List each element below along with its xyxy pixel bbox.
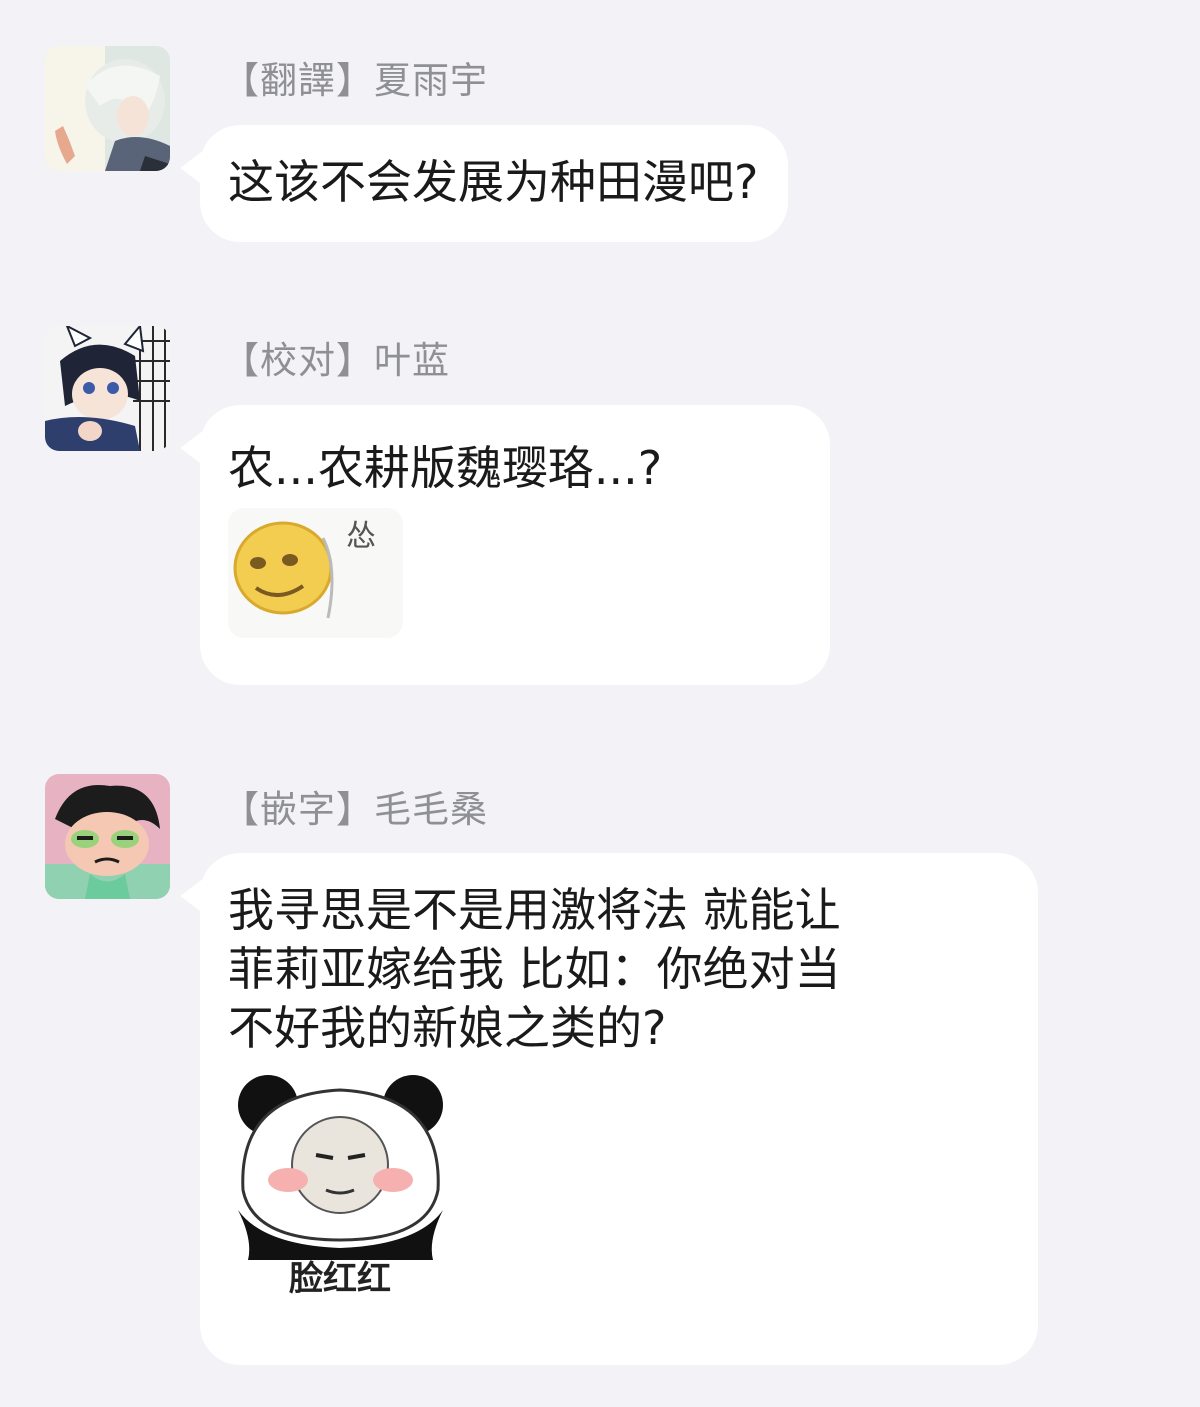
- avatar[interactable]: [45, 774, 170, 899]
- message-bubble[interactable]: 我寻思是不是用激将法 就能让 菲莉亚嫁给我 比如：你绝对当 不好我的新娘之类的?…: [200, 853, 1038, 1365]
- sticker-caption: 脸红红: [289, 1259, 391, 1299]
- panda-blushing-meme-icon[interactable]: 脸红红: [228, 1070, 453, 1300]
- message-text-line: 我寻思是不是用激将法 就能让: [228, 883, 841, 937]
- chat-screen: 【翻譯】夏雨宇 这该不会发展为种田漫吧? 【校对】叶蓝 农...农耕版魏璎珞..…: [0, 0, 1200, 1407]
- message-3: 【嵌字】毛毛桑 我寻思是不是用激将法 就能让 菲莉亚嫁给我 比如：你绝对当 不好…: [0, 0, 1200, 1407]
- grumpy-girl-avatar-icon: [45, 774, 170, 899]
- sender-name: 【嵌字】毛毛桑: [222, 788, 488, 831]
- message-text-line: 菲莉亚嫁给我 比如：你绝对当: [228, 942, 841, 996]
- message-text-line: 不好我的新娘之类的?: [228, 1001, 667, 1055]
